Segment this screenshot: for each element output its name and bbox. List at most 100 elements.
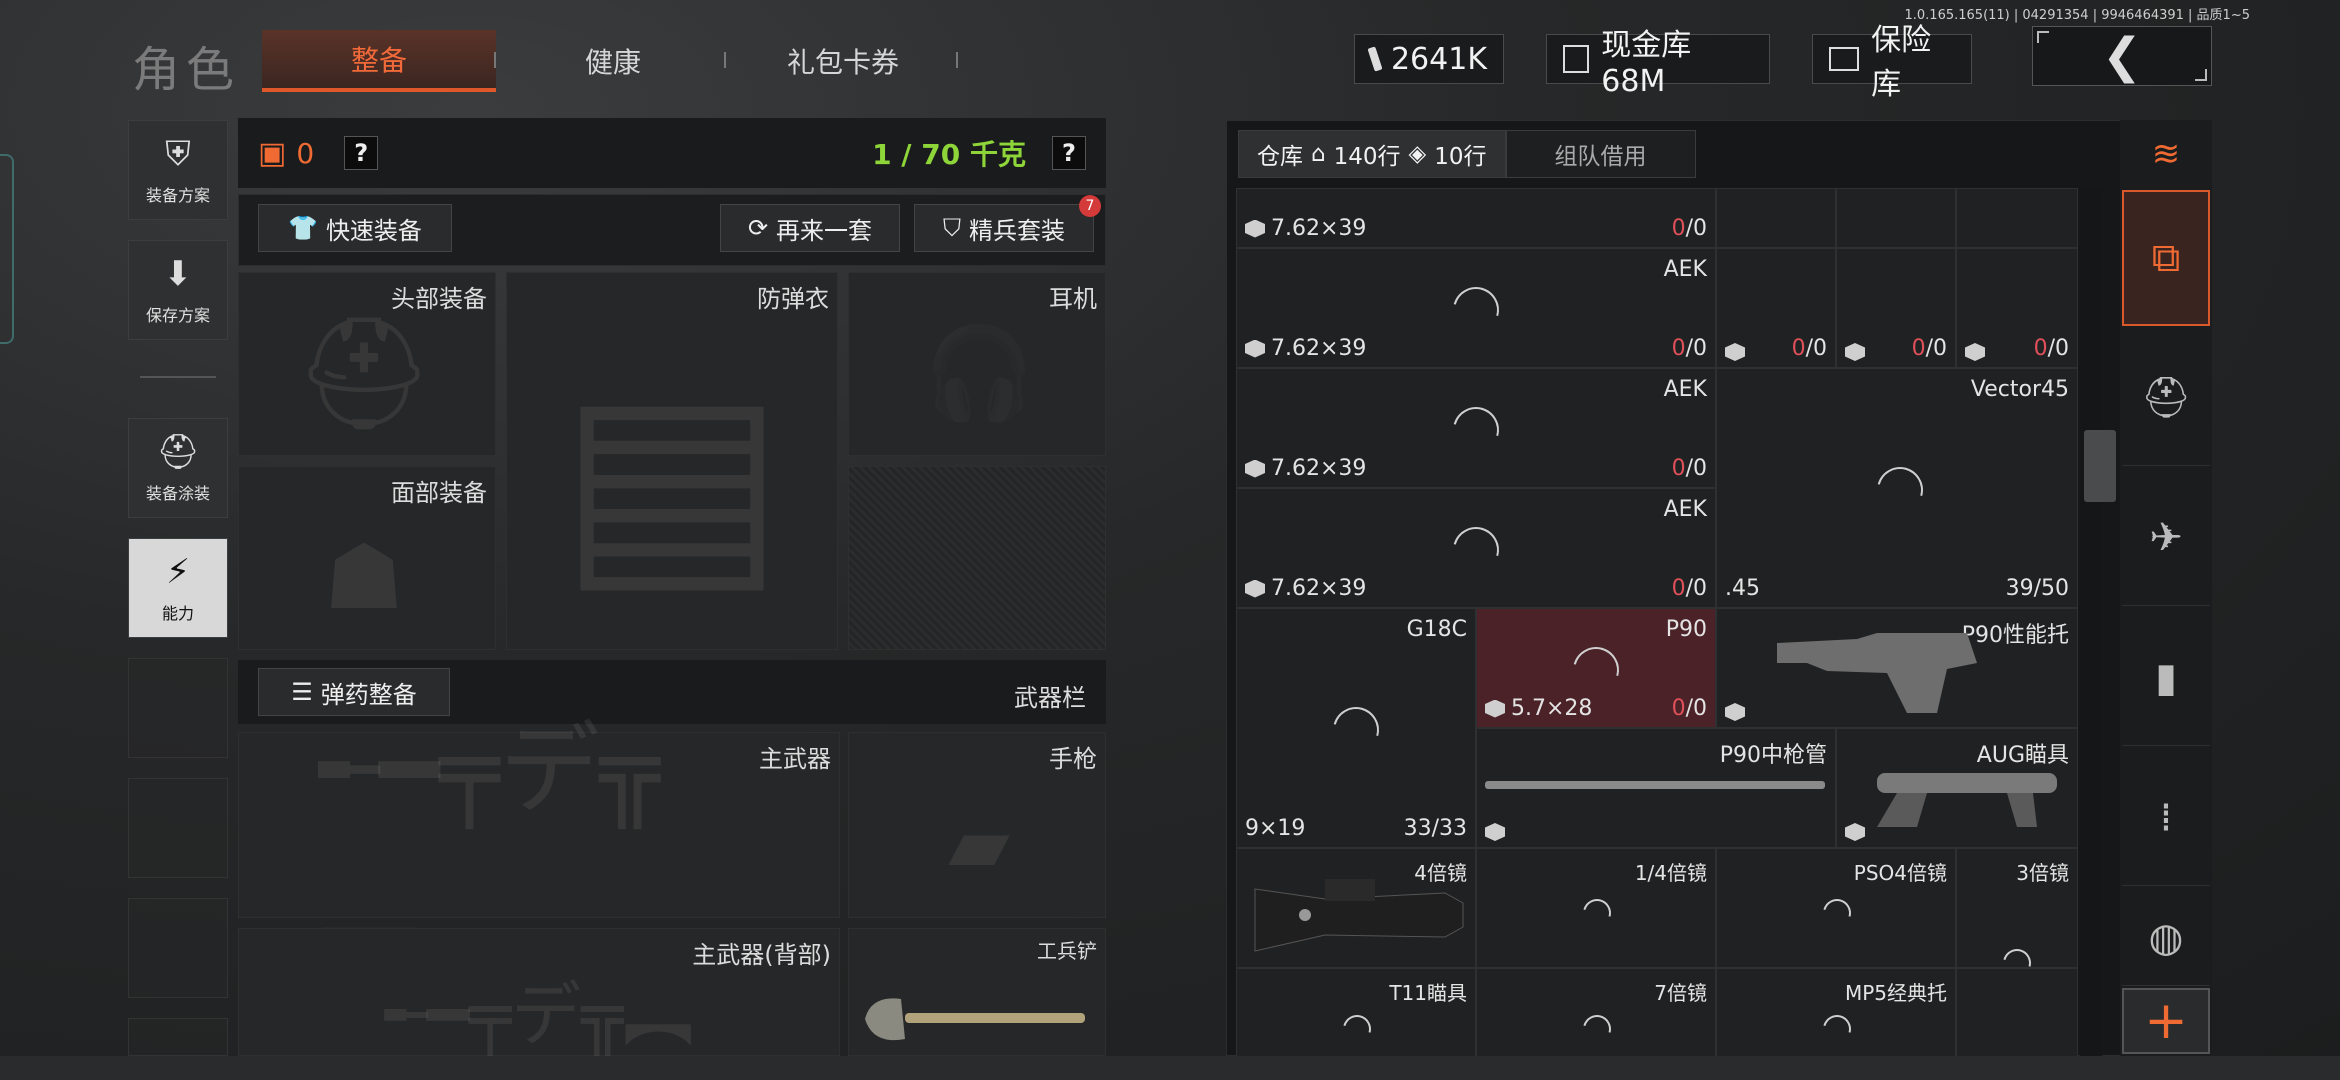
slot-primary[interactable]: 主武器 ╾━╤デ╦︻ [238,711,840,973]
nav-empty-slot [128,778,228,878]
loading-icon [1577,893,1617,933]
tab-coupons[interactable]: 礼包卡券 [726,30,960,92]
slot-head[interactable]: 头部装备 ⛑ [238,272,496,456]
item-cell-aek[interactable]: AEK 7.62×39 0/0 [1236,248,1716,368]
item-cell-4x-scope[interactable]: 4倍镜 [1236,848,1476,968]
nav-label: 能力 [161,604,194,623]
item-cell-3x-scope[interactable]: 3倍镜 [1956,848,2078,983]
magazine-icon[interactable]: ▮ [2122,610,2210,746]
equipment-header: ▣ 0 ? 1 / 70 千克 ? [238,118,1106,188]
again-button[interactable]: ⟳ 再来一套 [720,204,900,252]
item-count-total: /0 [1805,336,1827,361]
item-count-total: /0 [1685,336,1707,361]
item-cell-t11-sight[interactable]: T11瞄具 [1236,968,1476,1056]
stock-icon [1777,633,1977,713]
box-icon [1725,343,1745,361]
tab-divider [956,52,958,68]
box-icon [1845,823,1865,841]
scope-icon[interactable]: ◍ [2122,890,2210,986]
box-icon [1485,699,1505,718]
layers-refresh-icon[interactable]: ≋ [2122,124,2210,184]
nav-save-plan[interactable]: ⬇ 保存方案 [128,240,228,340]
cash-vault-button[interactable]: 现金库 68M [1546,28,1770,99]
helmet-icon[interactable]: ⛑ [2122,330,2210,466]
item-caliber: .45 [1725,576,1760,601]
slot-face[interactable]: 面部装备 ☗ [238,466,496,650]
item-name: P90 [1665,617,1707,642]
item-cell-p90-barrel[interactable]: P90中枪管 [1476,728,1836,848]
back-button[interactable]: ❮ [2032,26,2212,86]
item-cell[interactable] [1716,188,1836,248]
tab-gear[interactable]: 整备 [262,30,496,92]
slot-label: 工兵铲 [1037,939,1097,963]
weight-help-button[interactable]: ? [1052,136,1086,170]
insurance-vault-button[interactable]: 保险库 [1812,23,1972,102]
box-icon [1245,579,1265,598]
elite-set-button[interactable]: ⛉ 精兵套装 7 [914,195,1101,252]
edge-handle[interactable] [0,154,14,344]
item-count-total: /0 [1685,696,1707,721]
box-icon [1845,343,1865,361]
nav-ability[interactable]: ⚡ 能力 [128,538,228,638]
item-cell-g18c[interactable]: G18C 9×19 33/33 [1236,608,1476,848]
help-button[interactable]: ? [344,136,379,170]
item-cell[interactable] [1956,968,2078,1056]
item-cell-1-4x-scope[interactable]: 1/4倍镜 [1476,848,1716,968]
bullets-icon[interactable]: ⁞ [2122,750,2210,886]
add-button[interactable]: + [2122,988,2210,1054]
slot-armor[interactable]: 防弹衣 ▤ [506,272,838,650]
item-cell[interactable] [1956,188,2078,248]
item-cell[interactable]: 7.62×39 0/0 [1236,188,1716,248]
vest-icon: ▤ [558,338,786,618]
weapon-bar-label: 武器栏 [1014,684,1086,712]
item-cell[interactable]: 0/0 [1836,248,1956,368]
box-icon [1245,219,1265,238]
tab-team-borrow[interactable]: 组队借用 [1505,130,1696,178]
slot-shovel[interactable]: 工兵铲 [848,928,1106,1056]
slot-primary-back[interactable]: 主武器(背部) ╾━╤デ╦︻ [238,928,840,1056]
item-cell-7x-scope[interactable]: 7倍镜 [1476,968,1716,1056]
item-cell-p90-stock[interactable]: P90性能托 [1716,608,2078,728]
item-cell-mp5-stock[interactable]: MP5经典托 [1716,968,1956,1056]
item-cell-aek[interactable]: AEK 7.62×39 0/0 [1236,368,1716,488]
version-info: 1.0.165.165(11) | 04291354 | 9946464391 … [1904,8,2251,23]
stack-download-icon[interactable]: ⧉ [2122,190,2210,326]
item-count: 0 [1671,696,1686,721]
nav-gear-paint[interactable]: ⛑ 装备涂装 [128,418,228,518]
tag-rows: 10行 [1434,144,1487,170]
quick-equip-button[interactable]: 👕 快速装备 [258,204,452,252]
item-name: AEK [1663,497,1707,522]
item-name: PSO4倍镜 [1853,861,1947,885]
loading-icon [1577,1009,1617,1049]
rifle-icon[interactable]: ✈ [2122,470,2210,606]
scrollbar-thumb[interactable] [2084,430,2116,502]
warehouse-tabs: 仓库 ⌂ 140行 ◈ 10行 组队借用 [1238,130,1696,178]
loading-icon [1337,1009,1377,1049]
tab-warehouse[interactable]: 仓库 ⌂ 140行 ◈ 10行 [1238,130,1506,178]
armor-plan-icon: ⛨ [165,134,191,174]
barrel-icon [1485,781,1825,789]
item-name: AEK [1663,257,1707,282]
slot-headset[interactable]: 耳机 🎧 [848,272,1106,456]
item-cell[interactable]: 0/0 [1956,248,2078,368]
item-cell[interactable] [1836,188,1956,248]
item-cell-vector45[interactable]: Vector45 .45 39/50 [1716,368,2078,608]
nav-gear-plan[interactable]: ⛨ 装备方案 [128,120,228,220]
insurance-vault-label: 保险库 [1871,23,1932,102]
box-icon [1485,823,1505,841]
item-cell-p90[interactable]: P90 5.7×28 0/0 [1476,608,1716,728]
item-cell[interactable]: 0/0 [1716,248,1836,368]
scrollbar-track[interactable] [2080,188,2102,1056]
tab-health[interactable]: 健康 [496,30,730,92]
item-count: 0 [1671,336,1686,361]
item-count-total: 33/33 [1403,816,1467,841]
item-cell-aek[interactable]: AEK 7.62×39 0/0 [1236,488,1716,608]
item-cell-aug-sight[interactable]: AUG瞄具 [1836,728,2078,848]
chevron-left-icon: ❮ [2101,28,2143,84]
slot-pistol[interactable]: 手枪 ▰ [848,732,1106,918]
helmet-icon: ⛑ [294,308,434,437]
rifle-back-icon: ╾━╤デ╦︻ [384,973,694,1056]
item-caliber: 7.62×39 [1271,216,1367,241]
warehouse-grid: 7.62×39 0/0 AEK 7.62×39 0/0 0/0 0/0 0/0 … [1236,188,2078,1056]
item-cell-pso4x-scope[interactable]: PSO4倍镜 [1716,848,1956,968]
